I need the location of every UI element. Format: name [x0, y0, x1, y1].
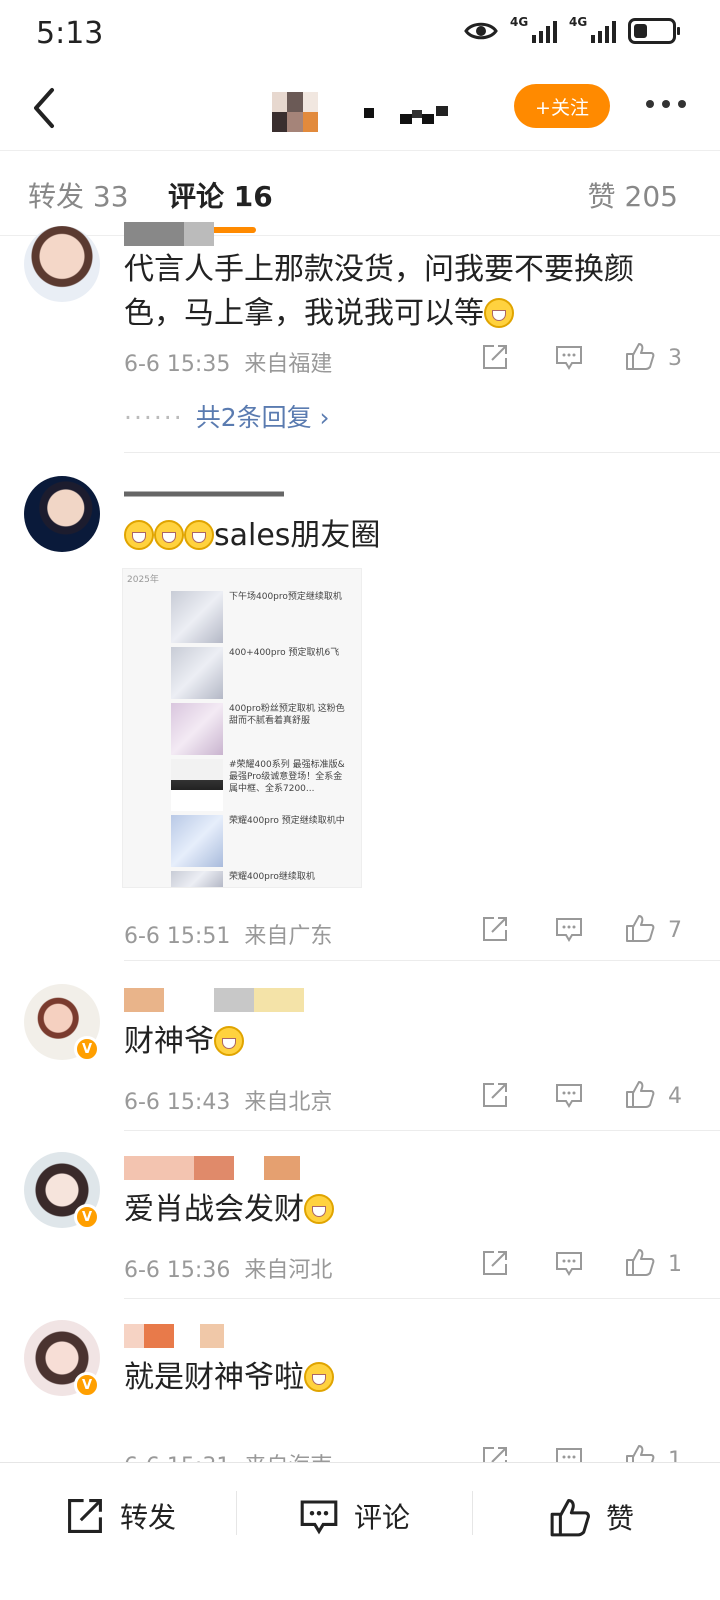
signal-icon: 4G [510, 15, 557, 43]
comment-icon[interactable] [554, 1080, 584, 1110]
grin-emoji-icon [124, 520, 154, 550]
signal-icon-2: 4G [569, 15, 616, 43]
bottom-action-bar: 转发 评论 赞 [0, 1462, 720, 1600]
thumbs-up-icon[interactable] [624, 1246, 656, 1278]
network-type-label-2: 4G [569, 15, 588, 29]
status-bar: 5:13 4G 4G [0, 0, 720, 70]
tab-repost[interactable]: 转发 33 [28, 175, 129, 215]
thumbs-up-icon[interactable] [624, 1078, 656, 1110]
commenter-name-blurred[interactable] [124, 222, 214, 246]
comment-divider [124, 960, 720, 961]
laugh-emoji-icon [304, 1362, 334, 1392]
thumbs-up-icon[interactable] [624, 340, 656, 372]
comment-text: 财神爷 [124, 1020, 684, 1064]
view-replies-link[interactable]: ······ 共2条回复 › [124, 398, 330, 434]
like-button[interactable]: 赞 [548, 1495, 634, 1539]
tears-of-joy-emoji-icon [304, 1194, 334, 1224]
comment-meta: 6-6 15:43 来自北京 4 [124, 1080, 694, 1116]
comment-text: 爱肖战会发财 [124, 1188, 684, 1232]
thumbs-up-icon[interactable] [624, 912, 656, 944]
bottom-bar-separator [472, 1491, 473, 1535]
author-name-pixelated[interactable] [360, 102, 460, 126]
eye-icon [464, 22, 498, 40]
image-thumbnail [171, 703, 223, 755]
image-thumbnail [171, 647, 223, 699]
verified-badge-icon: V [74, 1204, 100, 1230]
comment-meta: 6-6 15:35 来自福建 3 [124, 342, 694, 378]
thumbs-up-icon [550, 1498, 590, 1537]
like-count: 3 [668, 346, 682, 371]
comment-meta: 6-6 15:36 来自河北 1 [124, 1248, 694, 1284]
like-count: 7 [668, 918, 682, 943]
like-count: 1 [668, 1252, 682, 1277]
comment-divider [124, 1130, 720, 1131]
comment-time-location: 6-6 15:35 来自福建 [124, 352, 333, 377]
image-thumbnail [171, 591, 223, 643]
repost-button[interactable]: 转发 [64, 1495, 176, 1537]
share-icon[interactable] [480, 1248, 510, 1278]
share-icon [68, 1499, 102, 1533]
image-thumbnail [171, 871, 223, 887]
commenter-avatar[interactable] [24, 476, 100, 552]
comment-icon[interactable] [554, 914, 584, 944]
comment-time-location: 6-6 15:51 来自广东 [124, 924, 333, 949]
status-icons: 4G 4G [464, 15, 680, 44]
share-icon[interactable] [480, 342, 510, 372]
commenter-name-blurred[interactable] [124, 482, 284, 506]
image-post-text: 荣耀400pro继续取机 [229, 872, 315, 882]
comment-divider [124, 1298, 720, 1299]
share-icon[interactable] [480, 1080, 510, 1110]
image-post-text: 400+400pro 预定取机6飞 [229, 648, 340, 658]
comment-time-location: 6-6 15:43 来自北京 [124, 1090, 333, 1115]
more-dots-icon[interactable] [646, 100, 686, 108]
comment-icon [300, 1500, 338, 1535]
comment-time-location: 6-6 15:36 来自河北 [124, 1258, 333, 1283]
grin-emoji-icon [184, 520, 214, 550]
comment-text: 就是财神爷啦 [124, 1356, 684, 1400]
commenter-avatar[interactable] [24, 226, 100, 302]
network-type-label: 4G [510, 15, 529, 29]
follow-button[interactable]: +关注 [514, 84, 610, 128]
image-thumbnail [171, 759, 223, 811]
image-year-label: 2025年 [127, 575, 159, 585]
comment-meta: 6-6 15:51 来自广东 7 [124, 914, 694, 950]
bottom-bar-separator [236, 1491, 237, 1535]
post-tabs: 转发 33 评论 16 赞 205 [0, 150, 720, 236]
comment-text: 代言人手上那款没货，问我要不要换颜色，马上拿，我说我可以等 [124, 252, 634, 331]
commenter-name-blurred[interactable] [124, 988, 304, 1012]
status-time: 5:13 [36, 16, 104, 51]
verified-badge-icon: V [74, 1036, 100, 1062]
comment-divider [124, 452, 720, 453]
commenter-name-blurred[interactable] [124, 1156, 300, 1180]
comment-button[interactable]: 评论 [298, 1495, 410, 1537]
image-post-text: 荣耀400pro 预定继续取机中 [229, 816, 345, 826]
back-chevron-icon[interactable] [26, 86, 66, 130]
image-post-text: 400pro粉丝预定取机 这粉色甜而不腻看着真舒服 [229, 704, 345, 726]
grin-emoji-icon [214, 1026, 244, 1056]
repost-label: 转发 [120, 1501, 177, 1534]
image-post-text: #荣耀400系列 最强标准版&最强Pro级诚意登场！全系金属中框、全系7200.… [229, 760, 345, 794]
comment-icon[interactable] [554, 342, 584, 372]
comment-label: 评论 [354, 1501, 411, 1534]
top-nav-bar: +关注 [0, 70, 720, 150]
share-icon[interactable] [480, 914, 510, 944]
image-post-text: 下午场400pro预定继续取机 [229, 592, 342, 602]
author-avatar-pixelated[interactable] [272, 92, 318, 132]
grin-emoji-icon [154, 520, 184, 550]
laugh-emoji-icon [484, 298, 514, 328]
like-count: 4 [668, 1084, 682, 1109]
battery-icon [628, 18, 680, 44]
like-label: 赞 [606, 1502, 635, 1535]
image-thumbnail [171, 815, 223, 867]
verified-badge-icon: V [74, 1372, 100, 1398]
commenter-name-blurred[interactable] [124, 1324, 224, 1348]
comment-icon[interactable] [554, 1248, 584, 1278]
tab-likes[interactable]: 赞 205 [588, 175, 678, 215]
comment-attached-image[interactable]: 2025年 下午场400pro预定继续取机 400+400pro 预定取机6飞 … [122, 568, 362, 888]
tab-comments[interactable]: 评论 16 [168, 175, 273, 215]
comment-text: sales朋友圈 [124, 514, 684, 558]
